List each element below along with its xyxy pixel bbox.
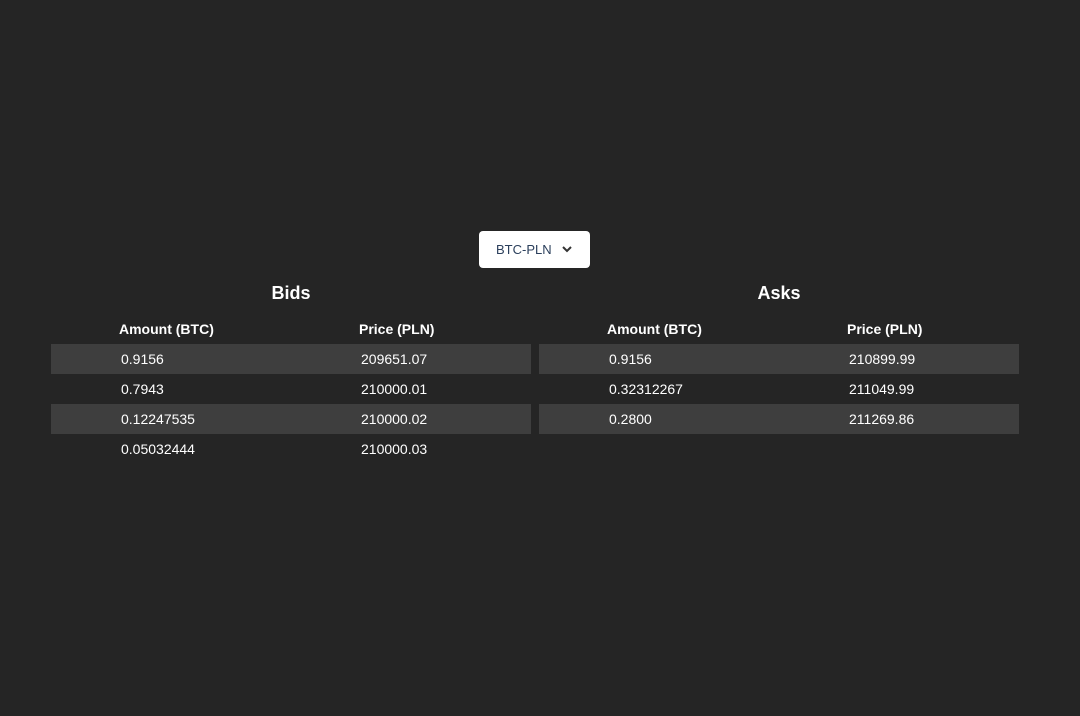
bids-title: Bids [271,283,311,303]
chevron-down-icon [562,246,572,253]
table-row: 0.2800 211269.86 [539,404,1019,434]
asks-panel: Asks Amount (BTC) Price (PLN) 0.9156 2108… [539,280,1019,434]
table-row: 0.32312267 211049.99 [539,374,1019,404]
bids-table: Amount (BTC) Price (PLN) 0.9156 209651.07… [51,314,531,464]
pair-select-value: BTC-PLN [496,242,552,257]
bids-header-amount: Amount (BTC) [119,321,214,337]
asks-title: Asks [757,283,801,303]
amount-cell: 0.7943 [121,381,164,397]
amount-cell: 0.9156 [539,344,779,374]
asks-header-amount: Amount (BTC) [607,321,702,337]
price-cell: 210000.03 [361,441,428,457]
amount-cell: 0.9156 [51,344,291,374]
price-cell: 209651.07 [291,344,531,374]
table-row: 0.9156 209651.07 [51,344,531,374]
asks-table: Amount (BTC) Price (PLN) 0.9156 210899.99… [539,314,1019,434]
table-row: 0.05032444 210000.03 [51,434,531,464]
bids-header-price: Price (PLN) [359,321,435,337]
amount-cell: 0.2800 [539,404,779,434]
price-cell: 210000.02 [291,404,531,434]
amount-cell: 0.32312267 [609,381,683,397]
table-row: 0.12247535 210000.02 [51,404,531,434]
pair-select[interactable]: BTC-PLN [479,231,590,268]
price-cell: 210000.01 [361,381,428,397]
amount-cell: 0.05032444 [121,441,195,457]
price-cell: 211269.86 [779,404,1019,434]
price-cell: 210899.99 [779,344,1019,374]
price-cell: 211049.99 [849,381,915,397]
table-row: 0.7943 210000.01 [51,374,531,404]
asks-header-price: Price (PLN) [847,321,923,337]
bids-panel: Bids Amount (BTC) Price (PLN) 0.9156 2096… [51,280,531,464]
amount-cell: 0.12247535 [51,404,291,434]
table-row: 0.9156 210899.99 [539,344,1019,374]
